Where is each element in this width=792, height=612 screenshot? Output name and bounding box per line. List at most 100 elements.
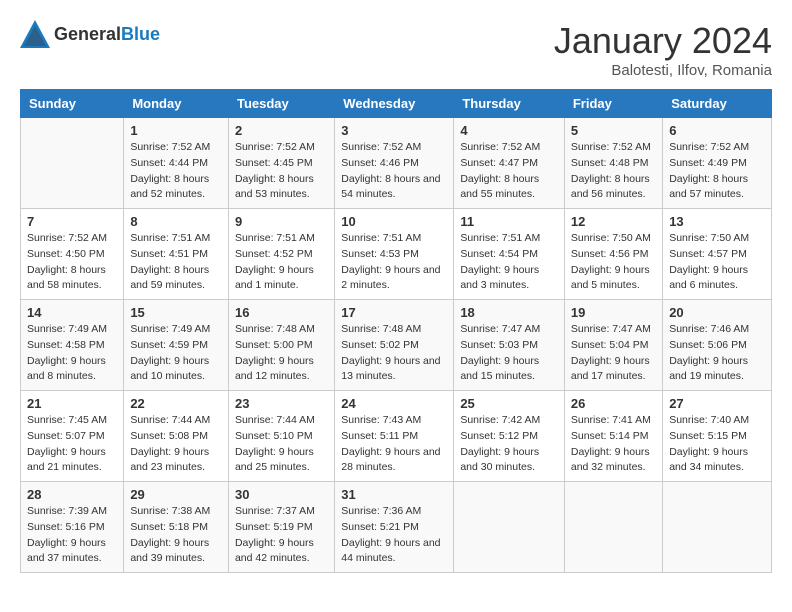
day-number: 8 <box>130 214 222 229</box>
calendar-subtitle: Balotesti, Ilfov, Romania <box>554 62 772 79</box>
day-info: Sunrise: 7:47 AMSunset: 5:04 PMDaylight:… <box>571 323 651 382</box>
day-info: Sunrise: 7:52 AMSunset: 4:44 PMDaylight:… <box>130 141 210 200</box>
day-info: Sunrise: 7:42 AMSunset: 5:12 PMDaylight:… <box>460 414 540 473</box>
day-info: Sunrise: 7:41 AMSunset: 5:14 PMDaylight:… <box>571 414 651 473</box>
day-number: 19 <box>571 305 656 320</box>
day-info: Sunrise: 7:51 AMSunset: 4:54 PMDaylight:… <box>460 232 540 291</box>
day-number: 14 <box>27 305 117 320</box>
calendar-cell: 17 Sunrise: 7:48 AMSunset: 5:02 PMDaylig… <box>335 300 454 391</box>
day-info: Sunrise: 7:37 AMSunset: 5:19 PMDaylight:… <box>235 505 315 564</box>
day-info: Sunrise: 7:52 AMSunset: 4:47 PMDaylight:… <box>460 141 540 200</box>
day-number: 29 <box>130 487 222 502</box>
calendar-cell: 15 Sunrise: 7:49 AMSunset: 4:59 PMDaylig… <box>124 300 229 391</box>
day-info: Sunrise: 7:50 AMSunset: 4:57 PMDaylight:… <box>669 232 749 291</box>
calendar-cell: 24 Sunrise: 7:43 AMSunset: 5:11 PMDaylig… <box>335 391 454 482</box>
calendar-cell: 1 Sunrise: 7:52 AMSunset: 4:44 PMDayligh… <box>124 118 229 209</box>
calendar-cell: 25 Sunrise: 7:42 AMSunset: 5:12 PMDaylig… <box>454 391 565 482</box>
day-number: 10 <box>341 214 447 229</box>
day-number: 20 <box>669 305 765 320</box>
calendar-cell: 27 Sunrise: 7:40 AMSunset: 5:15 PMDaylig… <box>663 391 772 482</box>
calendar-cell <box>454 482 565 573</box>
day-number: 27 <box>669 396 765 411</box>
day-number: 24 <box>341 396 447 411</box>
page-header: GeneralBlue January 2024 Balotesti, Ilfo… <box>20 20 772 79</box>
calendar-cell: 12 Sunrise: 7:50 AMSunset: 4:56 PMDaylig… <box>564 209 662 300</box>
day-number: 11 <box>460 214 558 229</box>
day-info: Sunrise: 7:51 AMSunset: 4:51 PMDaylight:… <box>130 232 210 291</box>
day-info: Sunrise: 7:36 AMSunset: 5:21 PMDaylight:… <box>341 505 440 564</box>
weekday-header: Saturday <box>663 90 772 118</box>
calendar-cell: 30 Sunrise: 7:37 AMSunset: 5:19 PMDaylig… <box>228 482 334 573</box>
day-number: 4 <box>460 123 558 138</box>
day-number: 3 <box>341 123 447 138</box>
day-info: Sunrise: 7:45 AMSunset: 5:07 PMDaylight:… <box>27 414 107 473</box>
day-number: 21 <box>27 396 117 411</box>
calendar-cell: 26 Sunrise: 7:41 AMSunset: 5:14 PMDaylig… <box>564 391 662 482</box>
calendar-cell: 3 Sunrise: 7:52 AMSunset: 4:46 PMDayligh… <box>335 118 454 209</box>
calendar-week: 14 Sunrise: 7:49 AMSunset: 4:58 PMDaylig… <box>21 300 772 391</box>
day-number: 22 <box>130 396 222 411</box>
logo: GeneralBlue <box>20 20 160 48</box>
logo-icon <box>20 20 50 48</box>
day-info: Sunrise: 7:51 AMSunset: 4:52 PMDaylight:… <box>235 232 315 291</box>
calendar-week: 7 Sunrise: 7:52 AMSunset: 4:50 PMDayligh… <box>21 209 772 300</box>
day-number: 31 <box>341 487 447 502</box>
calendar-cell <box>21 118 124 209</box>
calendar-cell: 9 Sunrise: 7:51 AMSunset: 4:52 PMDayligh… <box>228 209 334 300</box>
calendar-cell: 10 Sunrise: 7:51 AMSunset: 4:53 PMDaylig… <box>335 209 454 300</box>
day-number: 2 <box>235 123 328 138</box>
day-number: 13 <box>669 214 765 229</box>
calendar-table: SundayMondayTuesdayWednesdayThursdayFrid… <box>20 89 772 573</box>
logo-general: General <box>54 24 121 44</box>
day-number: 18 <box>460 305 558 320</box>
calendar-header: SundayMondayTuesdayWednesdayThursdayFrid… <box>21 90 772 118</box>
calendar-cell: 14 Sunrise: 7:49 AMSunset: 4:58 PMDaylig… <box>21 300 124 391</box>
calendar-cell: 16 Sunrise: 7:48 AMSunset: 5:00 PMDaylig… <box>228 300 334 391</box>
day-number: 1 <box>130 123 222 138</box>
day-number: 30 <box>235 487 328 502</box>
day-number: 25 <box>460 396 558 411</box>
day-info: Sunrise: 7:52 AMSunset: 4:48 PMDaylight:… <box>571 141 651 200</box>
calendar-cell: 20 Sunrise: 7:46 AMSunset: 5:06 PMDaylig… <box>663 300 772 391</box>
weekday-header: Tuesday <box>228 90 334 118</box>
calendar-cell: 28 Sunrise: 7:39 AMSunset: 5:16 PMDaylig… <box>21 482 124 573</box>
calendar-cell: 13 Sunrise: 7:50 AMSunset: 4:57 PMDaylig… <box>663 209 772 300</box>
day-number: 9 <box>235 214 328 229</box>
calendar-cell: 31 Sunrise: 7:36 AMSunset: 5:21 PMDaylig… <box>335 482 454 573</box>
day-info: Sunrise: 7:48 AMSunset: 5:00 PMDaylight:… <box>235 323 315 382</box>
calendar-body: 1 Sunrise: 7:52 AMSunset: 4:44 PMDayligh… <box>21 118 772 573</box>
calendar-cell <box>663 482 772 573</box>
day-number: 12 <box>571 214 656 229</box>
weekday-header: Friday <box>564 90 662 118</box>
day-info: Sunrise: 7:43 AMSunset: 5:11 PMDaylight:… <box>341 414 440 473</box>
calendar-cell <box>564 482 662 573</box>
calendar-cell: 19 Sunrise: 7:47 AMSunset: 5:04 PMDaylig… <box>564 300 662 391</box>
day-info: Sunrise: 7:47 AMSunset: 5:03 PMDaylight:… <box>460 323 540 382</box>
calendar-cell: 8 Sunrise: 7:51 AMSunset: 4:51 PMDayligh… <box>124 209 229 300</box>
calendar-week: 21 Sunrise: 7:45 AMSunset: 5:07 PMDaylig… <box>21 391 772 482</box>
weekday-header: Sunday <box>21 90 124 118</box>
day-number: 7 <box>27 214 117 229</box>
calendar-week: 1 Sunrise: 7:52 AMSunset: 4:44 PMDayligh… <box>21 118 772 209</box>
day-info: Sunrise: 7:40 AMSunset: 5:15 PMDaylight:… <box>669 414 749 473</box>
day-info: Sunrise: 7:48 AMSunset: 5:02 PMDaylight:… <box>341 323 440 382</box>
calendar-cell: 6 Sunrise: 7:52 AMSunset: 4:49 PMDayligh… <box>663 118 772 209</box>
calendar-week: 28 Sunrise: 7:39 AMSunset: 5:16 PMDaylig… <box>21 482 772 573</box>
title-block: January 2024 Balotesti, Ilfov, Romania <box>554 20 772 79</box>
calendar-cell: 11 Sunrise: 7:51 AMSunset: 4:54 PMDaylig… <box>454 209 565 300</box>
day-info: Sunrise: 7:52 AMSunset: 4:49 PMDaylight:… <box>669 141 749 200</box>
day-number: 23 <box>235 396 328 411</box>
weekday-header: Monday <box>124 90 229 118</box>
day-number: 17 <box>341 305 447 320</box>
calendar-title: January 2024 <box>554 20 772 62</box>
logo-blue: Blue <box>121 24 160 44</box>
day-info: Sunrise: 7:46 AMSunset: 5:06 PMDaylight:… <box>669 323 749 382</box>
header-row: SundayMondayTuesdayWednesdayThursdayFrid… <box>21 90 772 118</box>
day-number: 16 <box>235 305 328 320</box>
logo-text: GeneralBlue <box>54 24 160 45</box>
day-number: 15 <box>130 305 222 320</box>
calendar-cell: 21 Sunrise: 7:45 AMSunset: 5:07 PMDaylig… <box>21 391 124 482</box>
weekday-header: Wednesday <box>335 90 454 118</box>
day-info: Sunrise: 7:52 AMSunset: 4:46 PMDaylight:… <box>341 141 440 200</box>
calendar-cell: 22 Sunrise: 7:44 AMSunset: 5:08 PMDaylig… <box>124 391 229 482</box>
